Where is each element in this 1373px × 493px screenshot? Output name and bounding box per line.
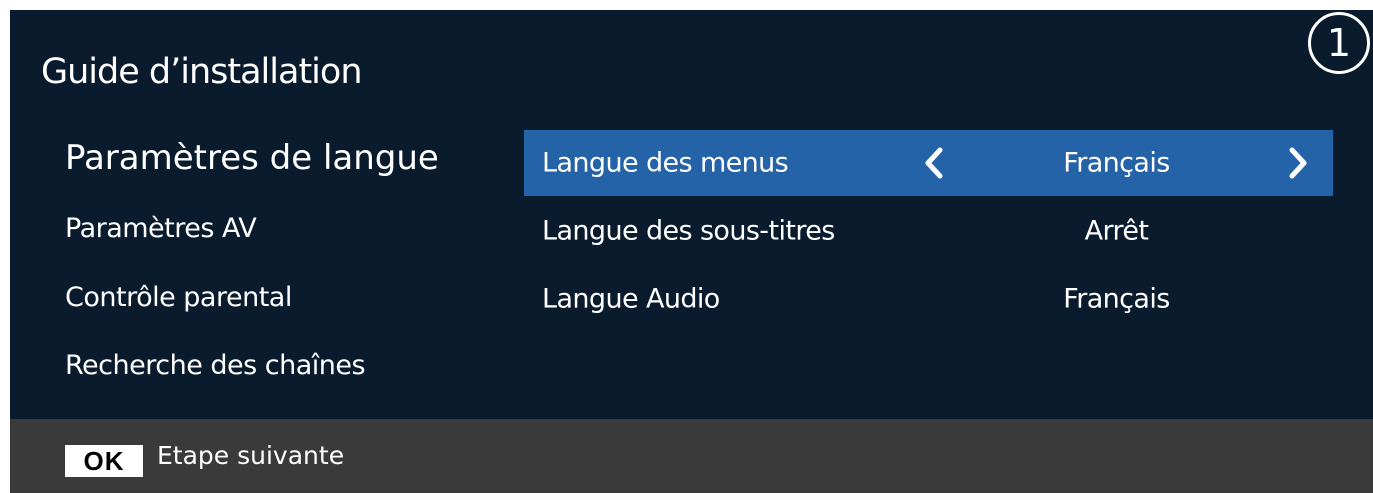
setting-label: Langue Audio (542, 283, 720, 315)
setting-value: Français (1063, 283, 1170, 315)
ok-key-hint[interactable]: OK (65, 445, 143, 477)
setting-value: Français (1063, 147, 1170, 179)
nav-item-channel-search[interactable]: Recherche des chaînes (65, 350, 366, 381)
nav-item-language-settings[interactable]: Paramètres de langue (65, 138, 439, 178)
setting-label: Langue des menus (542, 147, 789, 179)
setting-value: Arrêt (1084, 215, 1149, 247)
nav-item-av-settings[interactable]: Paramètres AV (65, 213, 257, 244)
setting-label: Langue des sous-titres (542, 215, 835, 247)
nav-item-parental-control[interactable]: Contrôle parental (65, 282, 292, 313)
footer-bar: OK Etape suivante (10, 419, 1373, 493)
next-step-label: Etape suivante (157, 441, 345, 470)
setting-row-menu-language[interactable]: Langue des menus Français (524, 130, 1333, 196)
page-title: Guide d’installation (41, 52, 362, 92)
chevron-right-icon[interactable] (1284, 145, 1312, 181)
setting-row-audio-language[interactable]: Langue Audio Français (524, 266, 1333, 332)
step-number: 1 (1326, 21, 1352, 65)
setting-row-subtitle-language[interactable]: Langue des sous-titres Arrêt (524, 198, 1333, 264)
step-badge: 1 (1308, 12, 1370, 74)
installation-screen: 1 Guide d’installation Paramètres de lan… (10, 10, 1373, 493)
